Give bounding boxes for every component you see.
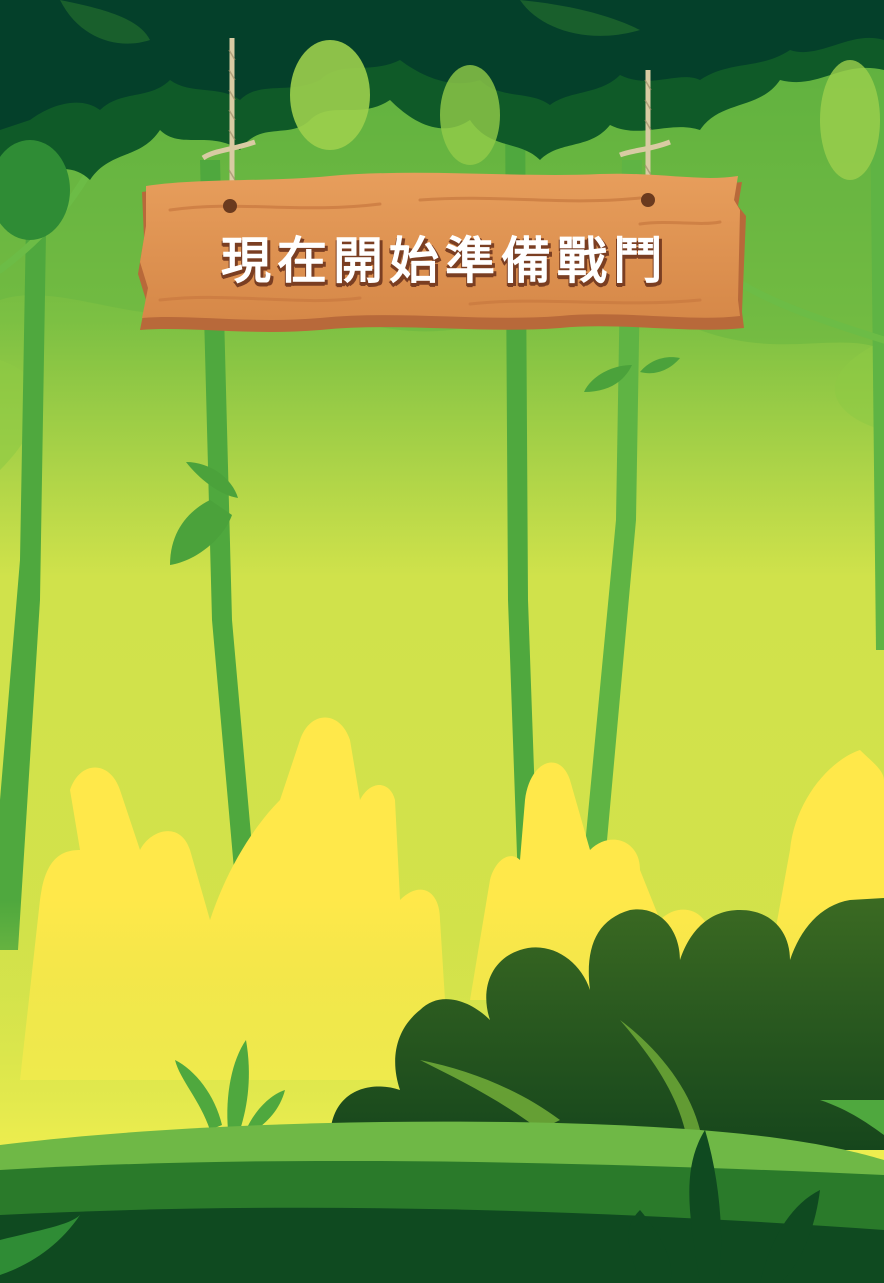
jungle-background <box>0 0 884 1283</box>
ground <box>0 1121 884 1283</box>
sign-title: 現在開始準備戰鬥 <box>221 232 669 290</box>
game-start-screen: 現在開始準備戰鬥 <box>0 0 884 1283</box>
